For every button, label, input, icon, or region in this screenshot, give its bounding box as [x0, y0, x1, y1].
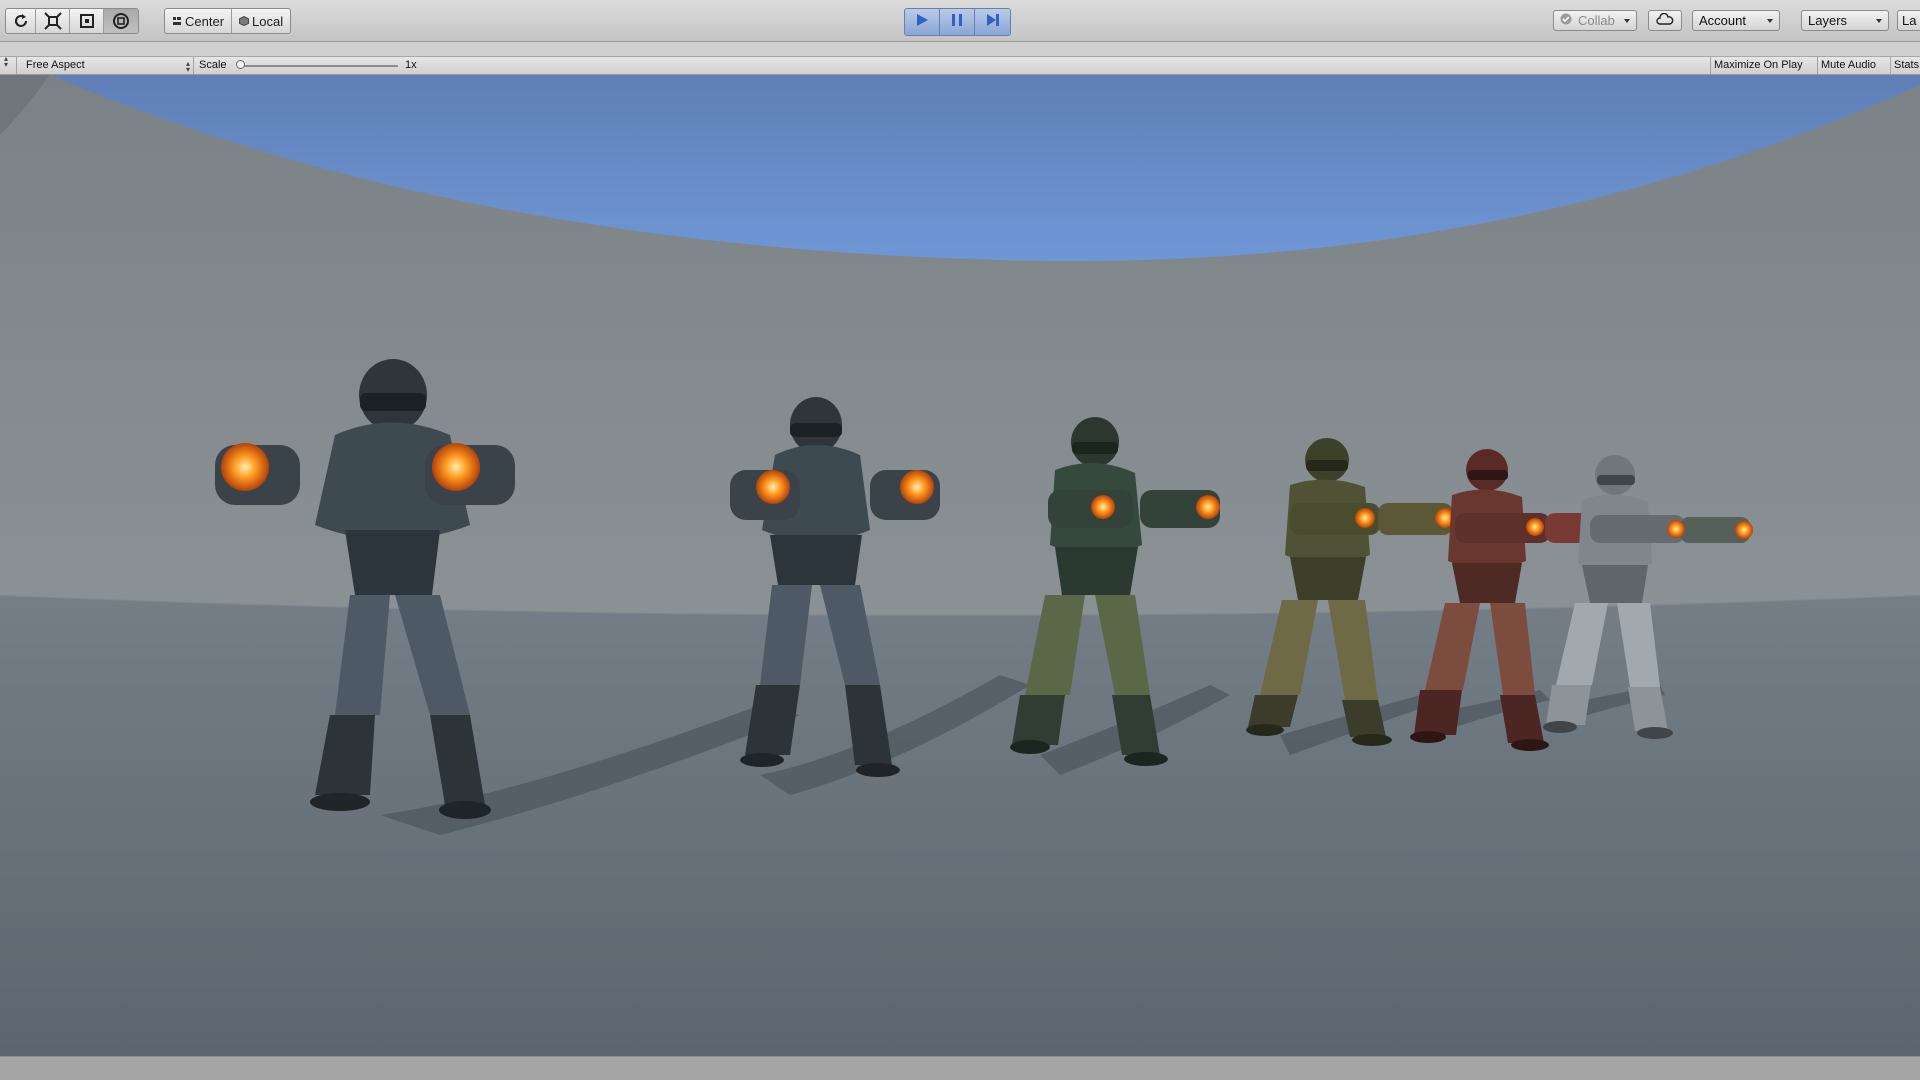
chevron-down-icon: [1876, 18, 1882, 23]
cloud-button[interactable]: [1648, 10, 1682, 31]
rotate-icon: [12, 12, 30, 30]
scale-slider-track[interactable]: [238, 65, 398, 67]
playback-controls: [904, 8, 1011, 36]
play-button[interactable]: [905, 9, 940, 35]
main-toolbar: Center Local Collab Account Layers La: [0, 0, 1920, 42]
transform-tools-group: [5, 8, 139, 34]
display-selector[interactable]: ▴ ▾: [4, 54, 9, 74]
play-icon: [914, 12, 930, 33]
layers-dropdown[interactable]: Layers: [1801, 10, 1889, 31]
collab-button[interactable]: Collab: [1553, 10, 1637, 31]
scale-icon: [43, 12, 62, 30]
pause-button[interactable]: [940, 9, 975, 35]
mute-audio-toggle[interactable]: Mute Audio: [1821, 57, 1876, 74]
account-dropdown[interactable]: Account: [1692, 10, 1780, 31]
transform-tool-icon: [112, 12, 130, 30]
layout-label: La: [1902, 13, 1917, 28]
game-view-toolbar: ▴ ▾ Free Aspect ▴ ▾ Scale 1x Maximize On P…: [0, 42, 1920, 75]
pivot-center-icon: [172, 16, 182, 26]
bottom-status-strip: [0, 1056, 1920, 1080]
maximize-on-play-toggle[interactable]: Maximize On Play: [1714, 57, 1803, 74]
step-icon: [985, 12, 1001, 33]
rect-tool-button[interactable]: [70, 9, 104, 33]
pause-icon: [949, 12, 965, 33]
scale-value: 1x: [405, 59, 417, 71]
stats-toggle[interactable]: Stats: [1894, 57, 1919, 74]
account-label: Account: [1699, 13, 1746, 28]
collab-label: Collab: [1578, 13, 1615, 28]
cloud-icon: [1656, 12, 1674, 28]
rect-tool-icon: [78, 12, 96, 30]
scale-slider-thumb[interactable]: [236, 60, 245, 69]
layout-dropdown[interactable]: La: [1897, 10, 1920, 31]
pivot-center-label: Center: [185, 13, 225, 29]
step-button[interactable]: [975, 9, 1010, 35]
pivot-local-button[interactable]: Local: [232, 9, 290, 33]
scale-tool-button[interactable]: [36, 9, 70, 33]
check-icon: [1560, 13, 1572, 28]
unity-editor-window: Center Local Collab Account Layers La ▴ …: [0, 0, 1920, 1080]
game-viewport[interactable]: [0, 75, 1920, 1056]
game-view-controls: ▴ ▾ Free Aspect ▴ ▾ Scale 1x Maximize On P…: [0, 54, 1920, 75]
pivot-center-button[interactable]: Center: [165, 9, 233, 33]
pivot-local-label: Local: [252, 13, 284, 29]
rotate-tool-button[interactable]: [6, 9, 36, 33]
updown-arrows-icon: ▴ ▾: [4, 54, 9, 69]
aspect-dropdown[interactable]: Free Aspect ▴ ▾: [26, 57, 192, 74]
pivot-group: Center Local: [164, 8, 292, 34]
scale-label: Scale: [199, 59, 227, 71]
transform-tool-button[interactable]: [104, 9, 138, 33]
aspect-label: Free Aspect: [26, 59, 85, 71]
chevron-down-icon: [1767, 18, 1773, 23]
updown-arrows-icon: ▴ ▾: [185, 59, 190, 74]
chevron-down-icon: [1624, 18, 1630, 23]
scene-render: [0, 75, 1920, 1056]
layers-label: Layers: [1808, 13, 1848, 28]
cube-icon: [239, 16, 249, 26]
